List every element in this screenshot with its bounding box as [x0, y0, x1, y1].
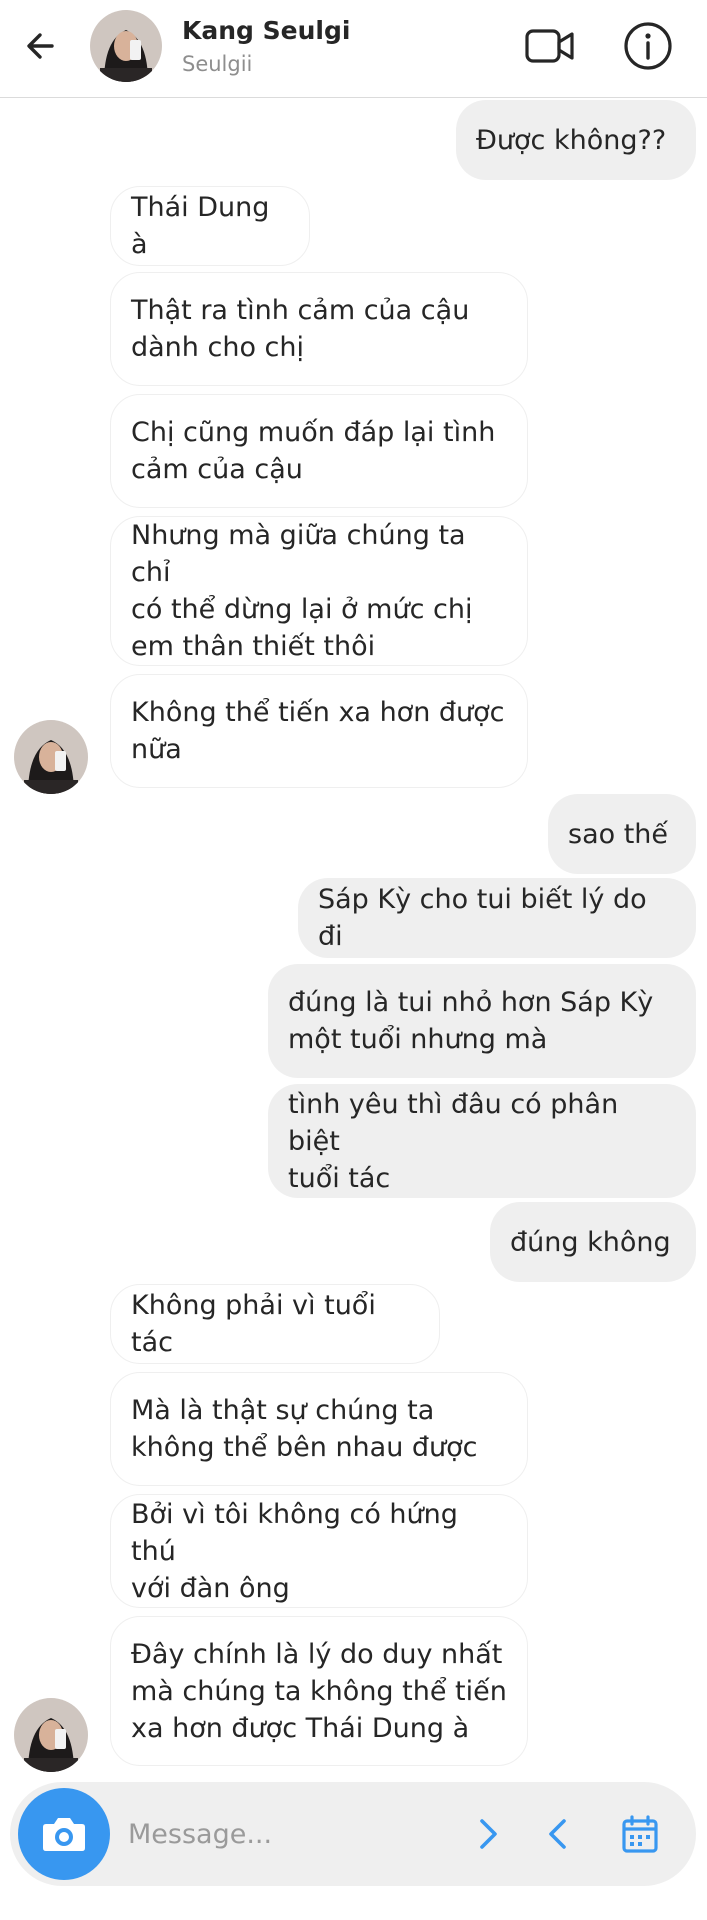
message-outgoing[interactable]: sao thế [548, 794, 696, 874]
arrow-left-icon [27, 33, 54, 59]
contact-name[interactable]: Kang Seulgi [182, 16, 350, 45]
message-outgoing[interactable]: tình yêu thì đâu có phân biệt tuổi tác [268, 1084, 696, 1198]
message-outgoing[interactable]: Sáp Kỳ cho tui biết lý do đi [298, 878, 696, 958]
message-incoming[interactable]: Chị cũng muốn đáp lại tình cảm của cậu [110, 394, 528, 508]
video-camera-icon [525, 29, 574, 63]
avatar[interactable] [90, 10, 162, 82]
avatar[interactable] [14, 1698, 88, 1772]
message-incoming[interactable]: Không thể tiến xa hơn được nữa [110, 674, 528, 788]
message-outgoing[interactable]: đúng không [490, 1202, 696, 1282]
chat-header: Kang Seulgi Seulgii [0, 0, 707, 98]
contact-username: Seulgii [182, 52, 253, 76]
message-input[interactable] [128, 1810, 458, 1858]
avatar[interactable] [14, 720, 88, 794]
message-incoming[interactable]: Thái Dung à [110, 186, 310, 266]
info-button[interactable] [622, 20, 674, 72]
message-outgoing[interactable]: đúng là tui nhỏ hơn Sáp Kỳ một tuổi nhưn… [268, 964, 696, 1078]
chevron-right-icon [480, 1819, 497, 1849]
next-button[interactable] [466, 1812, 510, 1856]
back-button[interactable] [22, 26, 62, 66]
camera-icon [43, 1818, 85, 1851]
video-call-button[interactable] [524, 22, 576, 70]
message-incoming[interactable]: Bởi vì tôi không có hứng thú với đàn ông [110, 1494, 528, 1608]
previous-button[interactable] [536, 1812, 580, 1856]
message-incoming[interactable]: Đây chính là lý do duy nhất mà chúng ta … [110, 1616, 528, 1766]
info-icon [624, 22, 672, 70]
message-outgoing[interactable]: Được không?? [456, 100, 696, 180]
chevron-left-icon [549, 1819, 566, 1849]
message-incoming[interactable]: Không phải vì tuổi tác [110, 1284, 440, 1364]
camera-button[interactable] [18, 1788, 110, 1880]
message-incoming[interactable]: Mà là thật sự chúng ta không thể bên nha… [110, 1372, 528, 1486]
message-incoming[interactable]: Thật ra tình cảm của cậu dành cho chị [110, 272, 528, 386]
calendar-button[interactable] [618, 1812, 662, 1856]
message-incoming[interactable]: Nhưng mà giữa chúng ta chỉ có thể dừng l… [110, 516, 528, 666]
calendar-icon [622, 1815, 658, 1853]
message-composer [10, 1782, 696, 1886]
